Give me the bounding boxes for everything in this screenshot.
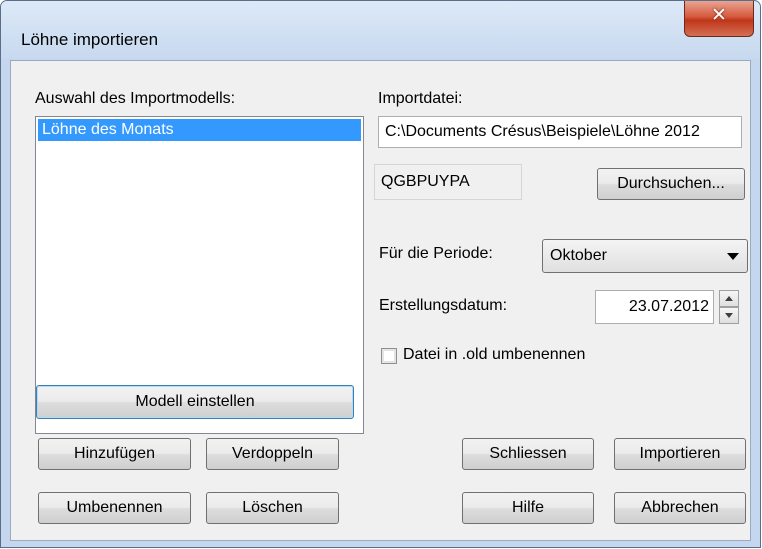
setup-model-button[interactable]: Modell einstellen <box>36 385 354 419</box>
rename-old-checkbox[interactable] <box>381 348 397 364</box>
close-button[interactable]: ✕ <box>684 1 754 37</box>
import-file-label: Importdatei: <box>378 90 463 107</box>
rename-button[interactable]: Umbenennen <box>38 492 191 524</box>
dialog-window: Löhne importieren ✕ Auswahl des Importmo… <box>0 0 761 548</box>
import-file-path-field[interactable]: C:\Documents Crésus\Beispiele\Löhne 2012 <box>378 116 742 148</box>
rename-old-label[interactable]: Datei in .old umbenennen <box>403 346 585 364</box>
spin-up-button[interactable] <box>719 290 739 307</box>
close-dialog-button[interactable]: Schliessen <box>462 438 594 470</box>
help-button[interactable]: Hilfe <box>462 492 594 524</box>
duplicate-button[interactable]: Verdoppeln <box>206 438 339 470</box>
creation-date-label: Erstellungsdatum: <box>379 297 508 314</box>
close-icon: ✕ <box>711 4 727 26</box>
period-value: Oktober <box>550 247 607 264</box>
browse-button[interactable]: Durchsuchen... <box>597 168 745 200</box>
cancel-button[interactable]: Abbrechen <box>614 492 746 524</box>
dialog-content: Auswahl des Importmodells: Löhne des Mon… <box>10 60 751 541</box>
period-select[interactable]: Oktober <box>542 239 748 273</box>
spin-down-button[interactable] <box>719 307 739 324</box>
model-selection-label: Auswahl des Importmodells: <box>35 90 236 107</box>
list-item[interactable]: Löhne des Monats <box>38 119 361 141</box>
chevron-up-icon <box>725 296 733 301</box>
title-bar[interactable]: Löhne importieren ✕ <box>1 1 760 59</box>
add-button[interactable]: Hinzufügen <box>38 438 191 470</box>
creation-date-field[interactable]: 23.07.2012 <box>595 290 714 324</box>
period-label: Für die Periode: <box>379 245 493 262</box>
date-spinner <box>719 290 739 324</box>
import-button[interactable]: Importieren <box>614 438 746 470</box>
window-title: Löhne importieren <box>21 30 159 49</box>
chevron-down-icon <box>725 313 733 318</box>
delete-button[interactable]: Löschen <box>206 492 339 524</box>
dropdown-arrow-icon <box>727 253 739 260</box>
import-file-code: QGBPUYPA <box>374 164 522 200</box>
